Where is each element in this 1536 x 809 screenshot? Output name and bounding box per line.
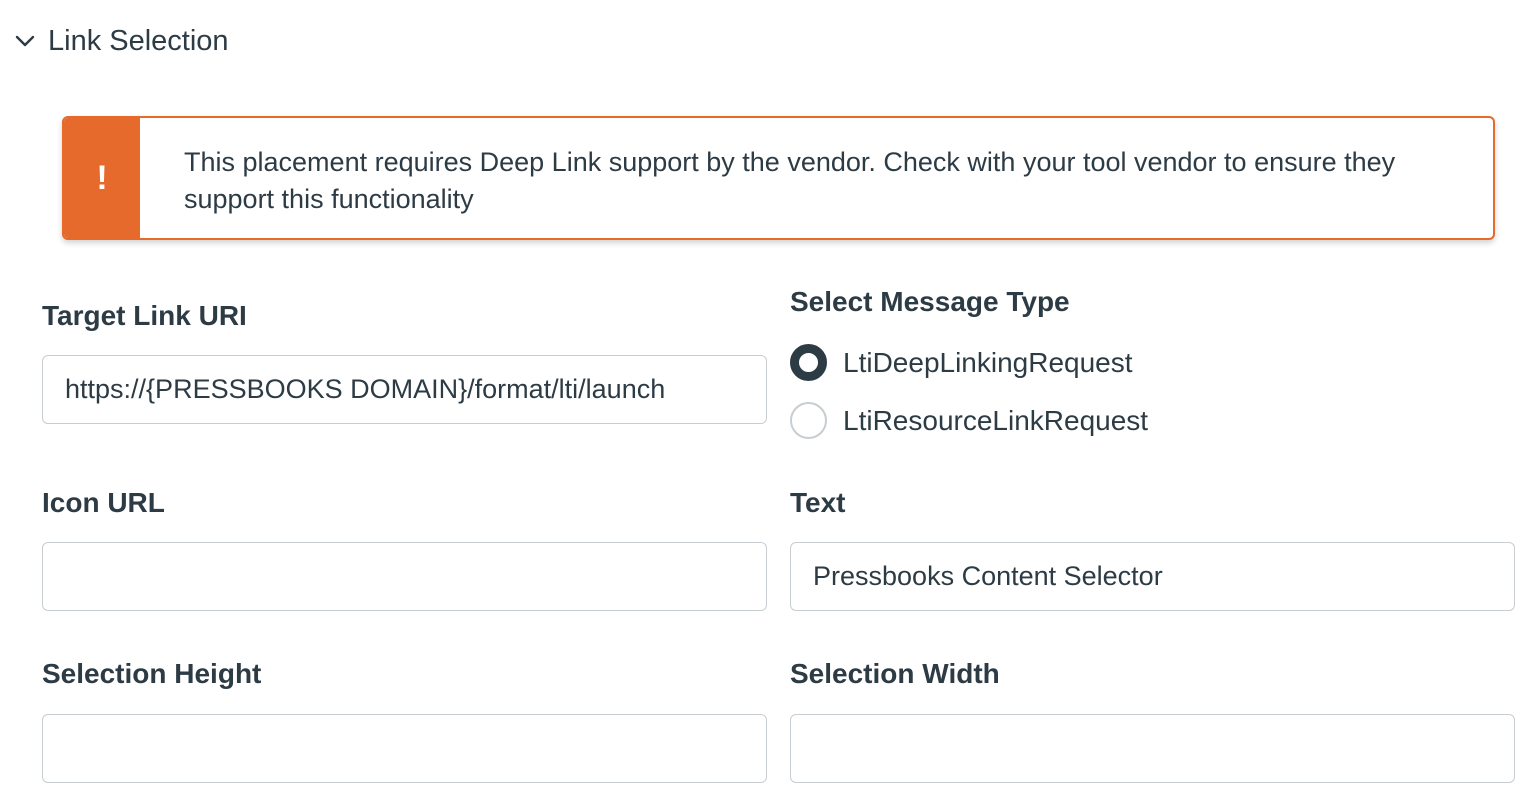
radio-label: LtiResourceLinkRequest [843,404,1149,436]
alert-message: This placement requires Deep Link suppor… [184,147,1396,214]
alert-icon-panel: ! [64,118,140,238]
selection-height-label: Selection Height [42,658,262,689]
radio-button[interactable] [790,402,827,439]
radio-button-checked[interactable] [790,344,827,381]
radio-lti-resource-link-request[interactable]: LtiResourceLinkRequest [790,402,1148,439]
icon-url-input[interactable] [42,542,767,611]
warning-icon: ! [96,159,108,197]
target-link-uri-input[interactable] [42,355,767,424]
text-input[interactable] [790,542,1515,611]
chevron-down-icon [15,35,35,47]
icon-url-label: Icon URL [42,487,165,518]
link-selection-toggle[interactable]: Link Selection [14,20,229,62]
deep-link-warning-alert: ! This placement requires Deep Link supp… [62,116,1495,240]
selection-height-input[interactable] [42,714,767,783]
section-title: Link Selection [48,24,229,57]
target-link-uri-label: Target Link URI [42,300,247,331]
selection-width-label: Selection Width [790,658,1000,689]
text-label: Text [790,487,846,518]
message-type-label: Select Message Type [790,286,1070,317]
radio-lti-deep-linking-request[interactable]: LtiDeepLinkingRequest [790,344,1133,381]
radio-label: LtiDeepLinkingRequest [843,346,1133,378]
selection-width-input[interactable] [790,714,1515,783]
